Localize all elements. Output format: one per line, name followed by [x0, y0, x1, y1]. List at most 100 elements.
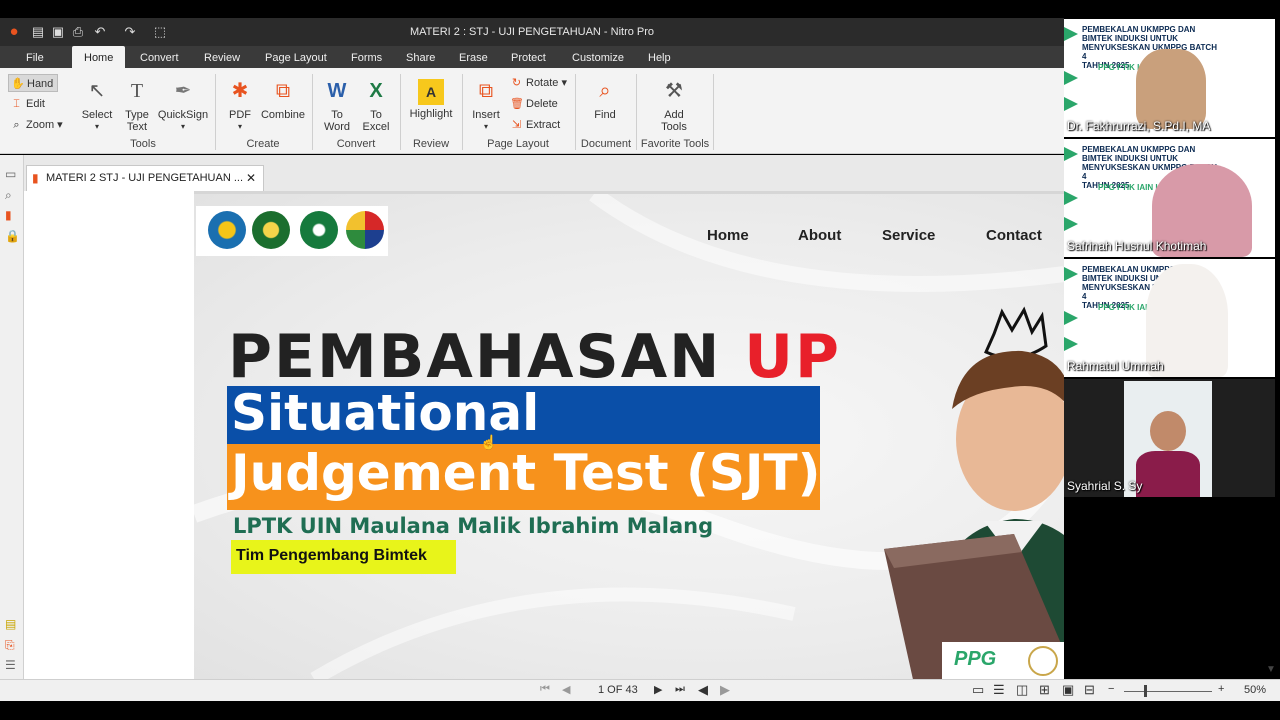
- nav-service: Service: [882, 227, 936, 244]
- edit-label: Edit: [26, 98, 45, 110]
- select-label: Select: [81, 109, 113, 121]
- output-panel-icon[interactable]: ☰: [5, 658, 16, 672]
- forward-view-icon[interactable]: ▶: [720, 682, 730, 698]
- delete-button[interactable]: 🗑 Delete: [508, 95, 558, 113]
- video-tile[interactable]: PEMBEKALAN UKMPPG DAN BIMTEK INDUKSI UNT…: [1064, 139, 1275, 257]
- ppg-badge: PPG: [942, 642, 1064, 679]
- pdf-button[interactable]: ✱ PDF ▾: [224, 76, 256, 133]
- review-group-label: Review: [412, 138, 450, 150]
- menu-help[interactable]: Help: [636, 46, 683, 68]
- pages-panel-icon[interactable]: ▭: [5, 167, 16, 181]
- fit-page-icon[interactable]: ▣: [1062, 682, 1074, 698]
- page-layout-group-label: Page Layout: [487, 138, 549, 150]
- find-icon: ⌕: [599, 80, 611, 102]
- zoom-tool-button[interactable]: ⌕ Zoom ▾: [8, 116, 62, 134]
- page-indicator[interactable]: 1 OF 43: [598, 684, 638, 696]
- search-panel-icon[interactable]: ⌕: [5, 188, 12, 203]
- delete-icon: 🗑: [510, 98, 524, 110]
- rotate-icon: ↻: [511, 77, 522, 89]
- continuous-icon[interactable]: ☰: [993, 682, 1005, 698]
- menu-forms[interactable]: Forms: [339, 46, 394, 68]
- tools-group-label: Tools: [130, 138, 156, 150]
- document-tab[interactable]: ▮ MATERI 2 STJ - UJI PENGETAHUAN ... ✕: [26, 165, 264, 191]
- menu-page-layout[interactable]: Page Layout: [253, 46, 339, 68]
- highlight-label: Highlight: [409, 108, 453, 120]
- comments-panel-icon[interactable]: ▤: [5, 617, 16, 631]
- menu-review[interactable]: Review: [192, 46, 252, 68]
- next-page-icon[interactable]: ▶: [654, 683, 662, 696]
- pen-icon: ✒: [174, 80, 192, 102]
- nav-home: Home: [707, 227, 749, 244]
- participant-video: [1136, 49, 1206, 129]
- attachments-panel-icon[interactable]: ⎘: [5, 638, 15, 653]
- ribbon-divider: [575, 74, 576, 150]
- menu-protect[interactable]: Protect: [499, 46, 558, 68]
- insert-label: Insert: [472, 109, 500, 121]
- hand-icon: ✋: [11, 78, 25, 90]
- window-title: MATERI 2 : STJ - UJI PENGETAHUAN - Nitro…: [409, 26, 655, 38]
- zoom-slider[interactable]: [1124, 691, 1212, 692]
- facing-continuous-icon[interactable]: ⊞: [1039, 682, 1050, 698]
- facing-icon[interactable]: ◫: [1016, 682, 1028, 698]
- hand-tool-button[interactable]: ✋ Hand: [8, 74, 58, 92]
- menu-share[interactable]: Share: [394, 46, 447, 68]
- type-text-button[interactable]: T Type Text: [121, 76, 153, 133]
- menu-customize[interactable]: Customize: [560, 46, 636, 68]
- single-page-icon[interactable]: ▭: [972, 682, 984, 698]
- kemenag-logo: [252, 211, 290, 249]
- extract-label: Extract: [526, 119, 561, 131]
- man-with-laptop-illustration: [884, 306, 1064, 679]
- banner-arrow-icon: [1064, 27, 1078, 41]
- menu-erase[interactable]: Erase: [447, 46, 500, 68]
- status-bar: ⏮ ◀ 1 OF 43 ▶ ⏭ ◀ ▶ ▭ ☰ ◫ ⊞ ▣ ⊟ − + 50%: [0, 679, 1280, 701]
- convert-group-label: Convert: [336, 138, 376, 150]
- participant-name: Rahmatul Ummah: [1067, 359, 1164, 373]
- add-tools-label-2: Tools: [661, 121, 687, 133]
- hand-cursor-icon: ☝: [480, 434, 498, 450]
- word-icon: W: [327, 80, 347, 102]
- extract-button[interactable]: ⇲ Extract: [508, 116, 560, 134]
- insert-button[interactable]: ⧉ Insert ▾: [468, 76, 504, 133]
- last-page-icon[interactable]: ⏭: [675, 683, 685, 696]
- highlight-button[interactable]: A Highlight: [406, 76, 456, 120]
- zoom-icon: ⌕: [13, 119, 20, 131]
- video-tile[interactable]: Syahrial S. Sy: [1064, 379, 1275, 497]
- close-tab-icon[interactable]: ✕: [246, 171, 256, 185]
- to-word-button[interactable]: W To Word: [320, 76, 354, 133]
- back-view-icon[interactable]: ◀: [698, 682, 708, 698]
- hand-label: Hand: [27, 78, 54, 90]
- ribbon: ✋ Hand ⌶ Edit ⌕ Zoom ▾ ↖ Select ▾ T Type Tex…: [0, 68, 1064, 154]
- zoom-in-icon[interactable]: +: [1218, 683, 1224, 695]
- quicksign-button[interactable]: ✒ QuickSign ▾: [157, 76, 209, 133]
- prev-page-icon[interactable]: ◀: [562, 683, 570, 696]
- ribbon-divider: [636, 74, 637, 150]
- edit-tool-button[interactable]: ⌶ Edit: [8, 95, 45, 113]
- select-button[interactable]: ↖ Select ▾: [80, 76, 114, 133]
- security-panel-icon[interactable]: 🔒: [5, 229, 20, 243]
- video-tile[interactable]: PEMBEKALAN UKMPPG DAN BIMTEK INDUKSI UNT…: [1064, 259, 1275, 377]
- zoom-slider-thumb[interactable]: [1144, 685, 1147, 697]
- participant-name: Syahrial S. Sy: [1067, 479, 1143, 493]
- scroll-down-icon[interactable]: ▼: [1266, 664, 1276, 675]
- lptk-logo: [346, 211, 384, 249]
- video-tile[interactable]: PEMBEKALAN UKMPPG DAN BIMTEK INDUKSI UNT…: [1064, 19, 1275, 137]
- to-excel-button[interactable]: X To Excel: [359, 76, 393, 133]
- type-text-icon: T: [130, 80, 144, 102]
- participant-body: [1136, 451, 1200, 497]
- fit-width-icon[interactable]: ⊟: [1084, 682, 1095, 698]
- combine-button[interactable]: ⧉ Combine: [260, 76, 306, 121]
- tut-wuri-logo: [208, 211, 246, 249]
- add-tools-button[interactable]: ⚒ Add Tools: [656, 76, 692, 133]
- to-word-label-2: Word: [323, 121, 351, 133]
- tools-icon: ⚒: [665, 80, 683, 102]
- rotate-button[interactable]: ↻ Rotate ▾: [508, 74, 567, 92]
- bookmarks-panel-icon[interactable]: ▮: [5, 208, 12, 222]
- excel-icon: X: [369, 80, 383, 102]
- first-page-icon[interactable]: ⏮: [540, 683, 550, 696]
- menu-convert[interactable]: Convert: [128, 46, 191, 68]
- zoom-out-icon[interactable]: −: [1108, 683, 1114, 695]
- find-button[interactable]: ⌕ Find: [588, 76, 622, 121]
- insert-icon: ⧉: [478, 80, 494, 102]
- menu-home[interactable]: Home: [72, 46, 126, 68]
- menu-file[interactable]: File: [14, 46, 56, 68]
